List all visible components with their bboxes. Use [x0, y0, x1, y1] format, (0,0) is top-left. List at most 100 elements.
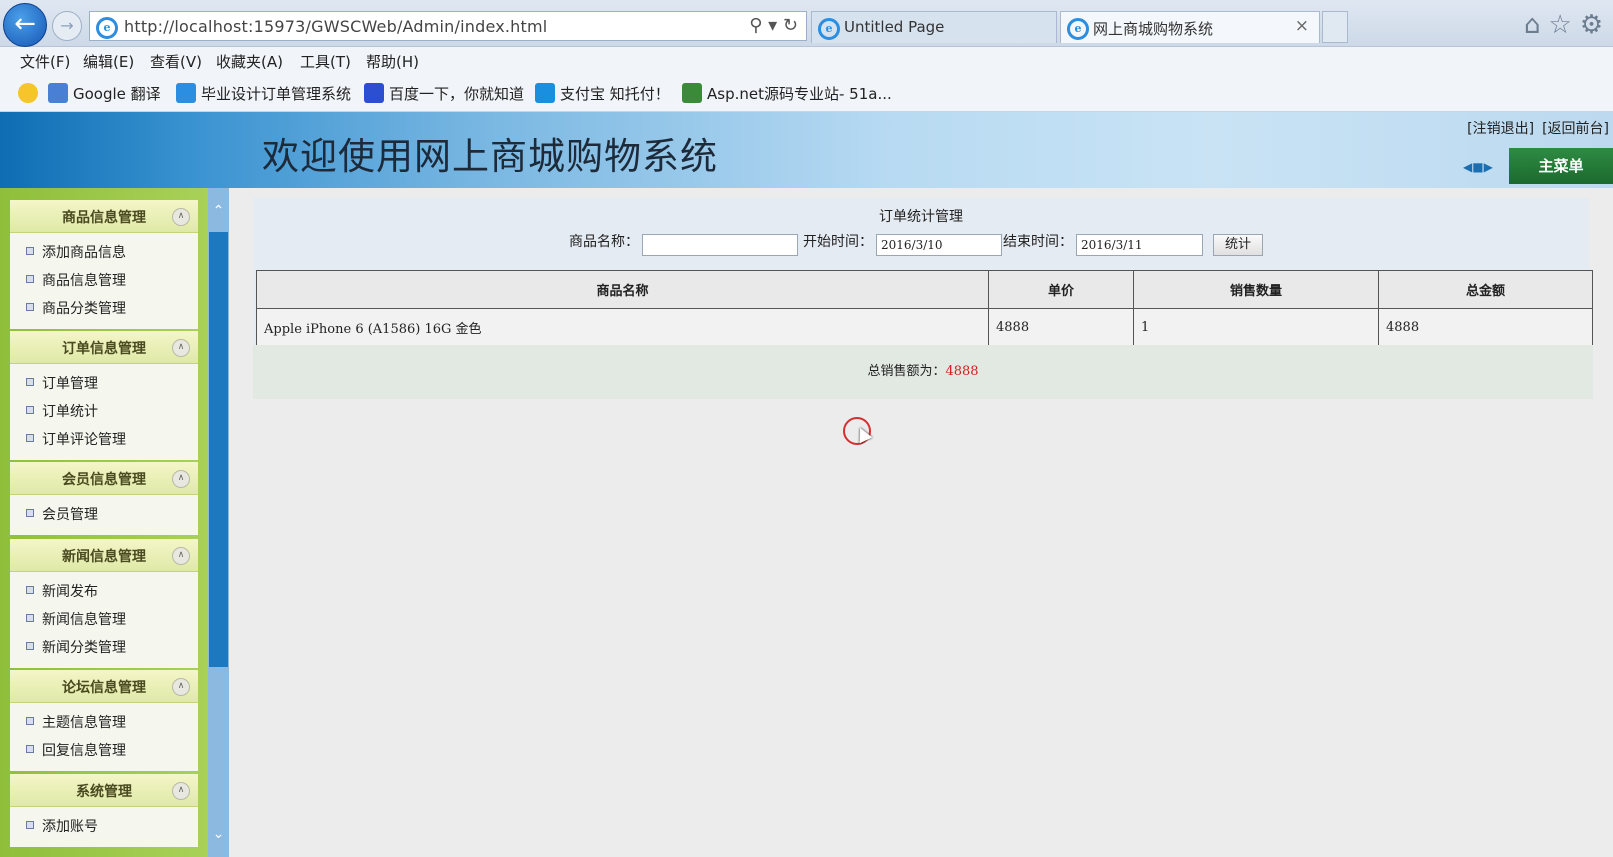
item-label: 商品信息管理 — [42, 273, 126, 289]
logout-link[interactable]: [注销退出] — [1467, 121, 1534, 137]
sidebar-item-reply-manage[interactable]: 回复信息管理 — [10, 737, 198, 765]
address-bar[interactable]: e http://localhost:15973/GWSCWeb/Admin/i… — [89, 11, 807, 41]
sidebar-item-order-comments[interactable]: 订单评论管理 — [10, 426, 198, 454]
sidebar-item-member-manage[interactable]: 会员管理 — [10, 501, 198, 529]
collapse-icon[interactable]: ∧ — [172, 208, 190, 226]
fav-order-system[interactable]: 毕业设计订单管理系统 — [176, 83, 351, 104]
group-header[interactable]: 会员信息管理 ∧ — [10, 462, 198, 495]
collapse-icon[interactable]: ∧ — [172, 782, 190, 800]
group-header[interactable]: 系统管理 ∧ — [10, 774, 198, 807]
scroll-down-icon[interactable]: ⌄ — [208, 823, 229, 845]
sidebar-item-add-account[interactable]: 添加账号 — [10, 813, 198, 841]
fav-label: 支付宝 知托付！ — [560, 85, 670, 103]
order-stats-table: 商品名称 单价 销售数量 总金额 Apple iPhone 6 (A1586) … — [256, 270, 1593, 347]
tab-untitled-page[interactable]: e Untitled Page — [811, 11, 1057, 43]
collapse-icon[interactable]: ∧ — [172, 470, 190, 488]
item-label: 新闻信息管理 — [42, 612, 126, 628]
bullet-icon — [26, 586, 34, 594]
close-tab-icon[interactable]: × — [1295, 16, 1309, 36]
menu-view[interactable]: 查看(V) — [150, 51, 202, 72]
product-name-label: 商品名称： — [569, 234, 639, 250]
sidebar-item-news-category[interactable]: 新闻分类管理 — [10, 634, 198, 662]
menu-file[interactable]: 文件(F) — [20, 51, 70, 72]
collapse-icon[interactable]: ∧ — [172, 678, 190, 696]
address-url[interactable]: http://localhost:15973/GWSCWeb/Admin/ind… — [124, 17, 547, 36]
sidebar-item-topic-manage[interactable]: 主题信息管理 — [10, 709, 198, 737]
sidebar-group-forum: 论坛信息管理 ∧ 主题信息管理 回复信息管理 — [10, 670, 198, 771]
sidebar-item-news-manage[interactable]: 新闻信息管理 — [10, 606, 198, 634]
forward-icon[interactable]: → — [52, 11, 82, 41]
bullet-icon — [26, 303, 34, 311]
start-time-input[interactable]: 2016/3/10 — [876, 234, 1002, 256]
browser-right-icons: ⌂☆⚙ — [1524, 10, 1611, 40]
fav-google-translate[interactable]: Google 翻译 — [48, 83, 161, 104]
back-icon[interactable]: ← — [3, 3, 47, 47]
bullet-icon — [26, 717, 34, 725]
sidebar-item-product-category[interactable]: 商品分类管理 — [10, 295, 198, 323]
group-title: 论坛信息管理 — [62, 680, 146, 696]
ie-page-icon — [176, 83, 196, 103]
fav-alipay[interactable]: 支付宝 知托付！ — [535, 83, 670, 104]
item-label: 订单管理 — [42, 376, 98, 392]
group-header[interactable]: 新闻信息管理 ∧ — [10, 539, 198, 572]
cell-total-amount: 4888 — [1378, 308, 1593, 347]
sidebar-item-add-product[interactable]: 添加商品信息 — [10, 239, 198, 267]
fav-baidu[interactable]: 百度一下，你就知道 — [364, 83, 524, 104]
ie-logo-icon: e — [96, 17, 118, 39]
product-name-input[interactable] — [642, 234, 798, 256]
table-row: Apple iPhone 6 (A1586) 16G 金色 4888 1 488… — [256, 308, 1593, 347]
sidebar-item-news-publish[interactable]: 新闻发布 — [10, 578, 198, 606]
new-tab-button[interactable] — [1322, 11, 1348, 43]
menu-tools[interactable]: 工具(T) — [300, 51, 351, 72]
search-refresh-icons[interactable]: ⚲ ▾ ↻ — [749, 15, 798, 36]
menu-help[interactable]: 帮助(H) — [366, 51, 419, 72]
sidebar-group-news: 新闻信息管理 ∧ 新闻发布 新闻信息管理 新闻分类管理 — [10, 539, 198, 668]
total-sales-value: 4888 — [945, 364, 979, 379]
favorites-star-icon[interactable] — [18, 83, 43, 103]
favorites-star-icon[interactable]: ☆ — [1549, 10, 1580, 40]
scroll-thumb[interactable] — [209, 232, 228, 667]
menu-favorites[interactable]: 收藏夹(A) — [216, 51, 283, 72]
ie-tab-icon: e — [1067, 18, 1089, 40]
main-menu-button[interactable]: 主菜单 — [1509, 148, 1613, 184]
stats-button[interactable]: 统计 — [1213, 234, 1263, 256]
sidebar-item-order-stats[interactable]: 订单统计 — [10, 398, 198, 426]
bullet-icon — [26, 614, 34, 622]
group-header[interactable]: 论坛信息管理 ∧ — [10, 670, 198, 703]
back-to-front-link[interactable]: [返回前台] — [1542, 121, 1609, 137]
group-header[interactable]: 订单信息管理 ∧ — [10, 331, 198, 364]
collapse-icon[interactable]: ∧ — [172, 547, 190, 565]
bullet-icon — [26, 509, 34, 517]
sidebar-group-member: 会员信息管理 ∧ 会员管理 — [10, 462, 198, 535]
gear-icon[interactable]: ⚙ — [1580, 10, 1611, 40]
sidebar-item-order-manage[interactable]: 订单管理 — [10, 370, 198, 398]
sidebar-scrollbar[interactable]: ⌃ ⌄ — [208, 188, 229, 857]
group-title: 系统管理 — [76, 784, 132, 800]
home-icon[interactable]: ⌂ — [1524, 10, 1549, 40]
bullet-icon — [26, 642, 34, 650]
bullet-icon — [26, 275, 34, 283]
item-label: 新闻分类管理 — [42, 640, 126, 656]
item-label: 商品分类管理 — [42, 301, 126, 317]
collapse-icon[interactable]: ∧ — [172, 339, 190, 357]
sidebar-toggle-icon[interactable]: ◀■▶ — [1463, 160, 1493, 174]
group-title: 新闻信息管理 — [62, 549, 146, 565]
total-sales-label: 总销售额为： — [867, 364, 946, 379]
menu-edit[interactable]: 编辑(E) — [83, 51, 134, 72]
site-title: 欢迎使用网上商城购物系统 — [262, 135, 718, 178]
browser-toolbar: ← → e http://localhost:15973/GWSCWeb/Adm… — [0, 0, 1613, 47]
header-links: [注销退出] [返回前台] — [1459, 118, 1609, 138]
panel-title: 订单统计管理 — [879, 209, 963, 225]
item-label: 订单评论管理 — [42, 432, 126, 448]
fav-aspnet[interactable]: Asp.net源码专业站- 51a... — [682, 83, 892, 104]
sidebar-item-product-manage[interactable]: 商品信息管理 — [10, 267, 198, 295]
end-time-input[interactable]: 2016/3/11 — [1076, 234, 1203, 256]
bullet-icon — [26, 406, 34, 414]
tab-shop-system[interactable]: e 网上商城购物系统 × — [1060, 11, 1320, 43]
group-header[interactable]: 商品信息管理 ∧ — [10, 200, 198, 233]
item-label: 添加商品信息 — [42, 245, 126, 261]
fav-label: 毕业设计订单管理系统 — [201, 85, 352, 103]
scroll-up-icon[interactable]: ⌃ — [208, 200, 229, 222]
total-sales-row: 总销售额为：4888 — [253, 345, 1593, 399]
fav-label: Asp.net源码专业站- 51a... — [707, 85, 892, 103]
